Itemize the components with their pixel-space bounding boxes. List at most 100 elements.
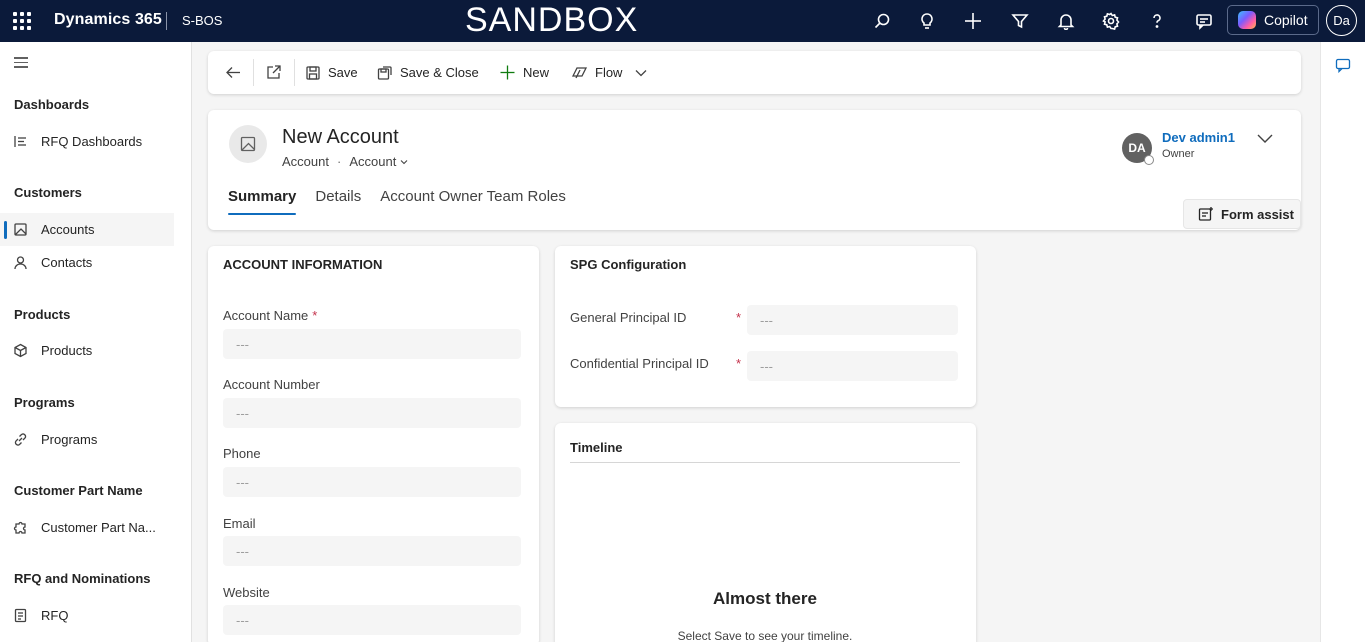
open-new-window-icon	[267, 65, 281, 79]
save-button[interactable]: Save	[305, 51, 358, 94]
nav-group-customers: Customers	[14, 185, 82, 200]
search-icon[interactable]	[871, 10, 893, 32]
sidebar-item-accounts[interactable]: Accounts	[0, 213, 174, 246]
owner-role-label: Owner	[1162, 148, 1195, 160]
flow-dropdown-button[interactable]	[635, 51, 647, 94]
expand-header-button[interactable]	[1256, 129, 1274, 150]
confidential-principal-id-field[interactable]: ---	[747, 351, 958, 381]
tab-account-owner-team-roles[interactable]: Account Owner Team Roles	[380, 188, 566, 215]
account-number-field[interactable]: ---	[223, 398, 521, 428]
brand-divider	[166, 12, 167, 30]
copilot-label: Copilot	[1264, 12, 1308, 28]
owner-avatar[interactable]: DA	[1122, 133, 1154, 165]
owner-name-link[interactable]: Dev admin1	[1162, 130, 1235, 145]
account-icon	[13, 222, 28, 237]
form-assist-button[interactable]: Form assist	[1183, 199, 1301, 229]
plus-icon[interactable]	[962, 10, 984, 32]
save-label: Save	[328, 65, 358, 80]
timeline-empty-title: Almost there	[713, 589, 817, 608]
separator-dot: ·	[336, 154, 342, 169]
record-subtitle: Account · Account	[282, 154, 408, 169]
general-principal-id-field[interactable]: ---	[747, 305, 958, 335]
app-name[interactable]: S-BOS	[182, 13, 222, 28]
lightbulb-icon[interactable]	[916, 10, 938, 32]
back-button[interactable]	[225, 51, 242, 94]
required-indicator: *	[736, 310, 742, 325]
bell-icon[interactable]	[1055, 10, 1077, 32]
sidebar-item-customer-part-name[interactable]: Customer Part Na...	[0, 511, 174, 544]
form-assist-icon	[1198, 207, 1213, 221]
website-field[interactable]: ---	[223, 605, 521, 635]
gear-icon[interactable]	[1100, 10, 1122, 32]
form-tabs: Summary Details Account Owner Team Roles	[228, 188, 566, 215]
email-field[interactable]: ---	[223, 536, 521, 566]
tab-details[interactable]: Details	[315, 188, 361, 215]
record-header: New Account Account · Account DA Dev adm…	[208, 110, 1301, 230]
link-icon	[13, 432, 28, 447]
help-icon[interactable]	[1146, 10, 1168, 32]
app-launcher-icon[interactable]	[12, 11, 32, 31]
hamburger-menu-icon[interactable]	[14, 57, 28, 71]
divider	[570, 462, 960, 463]
timeline-empty-subtitle: Select Save to see your timeline.	[677, 629, 853, 642]
person-icon	[13, 255, 28, 270]
account-number-label: Account Number	[223, 377, 320, 392]
sidebar-item-label: Accounts	[41, 222, 95, 237]
right-rail	[1320, 42, 1365, 642]
sidebar-item-rfq-dashboards[interactable]: RFQ Dashboards	[0, 125, 174, 158]
sidebar-item-label: Products	[41, 343, 93, 358]
brand-title[interactable]: Dynamics 365	[54, 11, 162, 29]
puzzle-icon	[13, 520, 28, 535]
user-avatar[interactable]: Da	[1326, 5, 1357, 36]
account-information-section: ACCOUNT INFORMATION Account Name * --- Ac…	[208, 246, 539, 642]
save-close-label: Save & Close	[400, 65, 479, 80]
command-bar: Save Save & Close New Flow	[208, 51, 1301, 94]
account-name-label: Account Name *	[223, 308, 317, 323]
sidebar-item-contacts[interactable]: Contacts	[0, 246, 174, 279]
form-selector-label: Account	[349, 154, 397, 169]
divider	[253, 59, 254, 86]
cube-icon	[13, 343, 28, 358]
form-selector[interactable]: Account	[349, 154, 408, 169]
sidebar-item-products[interactable]: Products	[0, 334, 174, 367]
phone-label: Phone	[223, 446, 261, 461]
record-title: New Account	[282, 126, 399, 148]
chat-icon[interactable]	[1193, 10, 1215, 32]
nav-group-customer-part-name: Customer Part Name	[14, 483, 143, 498]
copilot-button[interactable]: Copilot	[1227, 5, 1319, 35]
nav-group-programs: Programs	[14, 395, 75, 410]
spg-configuration-section: SPG Configuration General Principal ID *…	[555, 246, 976, 407]
chevron-down-icon	[1257, 134, 1273, 143]
divider	[294, 59, 295, 86]
sidebar: Dashboards RFQ Dashboards Customers Acco…	[0, 42, 192, 642]
filter-icon[interactable]	[1009, 10, 1031, 32]
tab-summary[interactable]: Summary	[228, 188, 297, 215]
sidebar-item-label: Customer Part Na...	[41, 520, 156, 535]
account-entity-icon	[229, 125, 267, 163]
chat-panel-icon[interactable]	[1335, 57, 1351, 76]
copilot-icon	[1238, 11, 1256, 29]
form-assist-label: Form assist	[1221, 206, 1294, 222]
account-name-field[interactable]: ---	[223, 329, 521, 359]
website-label: Website	[223, 585, 270, 600]
nav-group-dashboards: Dashboards	[14, 97, 90, 112]
chevron-down-icon	[635, 69, 647, 76]
email-label: Email	[223, 516, 256, 531]
sidebar-item-label: RFQ	[41, 608, 69, 623]
plus-icon	[500, 65, 515, 80]
field-label-text: Account Name	[223, 308, 309, 323]
section-title: Timeline	[570, 440, 623, 455]
save-close-button[interactable]: Save & Close	[377, 51, 479, 94]
entity-type: Account	[282, 154, 329, 169]
flow-button[interactable]: Flow	[571, 51, 622, 94]
new-label: New	[523, 65, 550, 80]
sidebar-item-label: Contacts	[41, 255, 93, 270]
phone-field[interactable]: ---	[223, 467, 521, 497]
section-title: SPG Configuration	[570, 257, 687, 272]
sidebar-item-programs[interactable]: Programs	[0, 423, 174, 456]
document-icon	[13, 608, 28, 623]
new-button[interactable]: New	[499, 51, 549, 94]
save-close-icon	[377, 65, 392, 80]
sidebar-item-rfq[interactable]: RFQ	[0, 599, 174, 632]
open-in-new-window-button[interactable]	[265, 51, 282, 94]
